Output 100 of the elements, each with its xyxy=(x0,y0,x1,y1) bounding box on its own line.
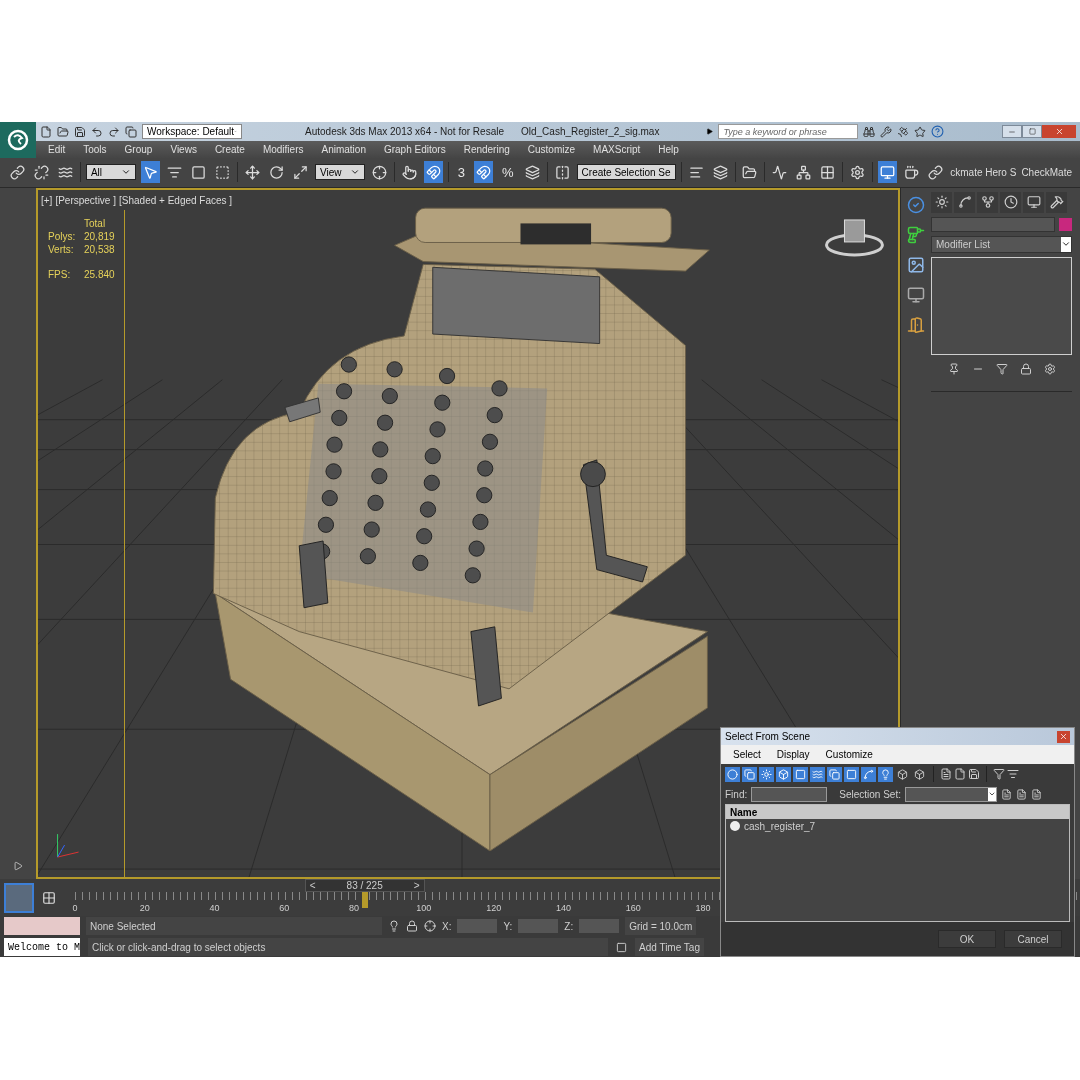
next-frame[interactable]: > xyxy=(409,878,424,893)
crosshair-icon[interactable] xyxy=(424,920,436,932)
time-slider[interactable]: < 83 / 225 > xyxy=(304,879,425,892)
filter-icon[interactable] xyxy=(1007,768,1019,780)
undo-icon[interactable] xyxy=(91,125,103,138)
x-field[interactable] xyxy=(457,919,498,933)
open-folder-icon[interactable] xyxy=(57,125,69,138)
app-logo-icon[interactable] xyxy=(0,122,36,158)
z-field[interactable] xyxy=(579,919,620,933)
binoculars-icon[interactable] xyxy=(863,125,876,138)
add-time-tag[interactable]: Add Time Tag xyxy=(635,938,704,956)
plugin-label[interactable]: CheckMate xyxy=(1021,164,1072,180)
document-icon[interactable] xyxy=(968,768,980,780)
dialog-button[interactable]: Cancel xyxy=(1004,930,1062,948)
dropdown-field[interactable]: All xyxy=(85,164,136,181)
light-button[interactable] xyxy=(759,766,774,782)
lock-icon[interactable] xyxy=(406,920,418,932)
command-tab[interactable] xyxy=(977,191,998,213)
menu-item[interactable]: Views xyxy=(170,142,197,157)
dropdown-field[interactable]: Create Selection Se xyxy=(576,164,676,181)
save-icon[interactable] xyxy=(74,125,86,138)
redo-icon[interactable] xyxy=(108,125,120,138)
settings-icon[interactable] xyxy=(1043,362,1056,375)
camera-button[interactable] xyxy=(776,766,791,782)
maximize-button[interactable] xyxy=(1022,125,1042,138)
project-folder-icon[interactable] xyxy=(125,125,137,138)
menu-item[interactable]: Create xyxy=(214,142,245,157)
spline-button[interactable] xyxy=(861,766,876,782)
trackbar-icon[interactable] xyxy=(42,890,56,905)
dropdown-field[interactable]: View xyxy=(315,164,366,181)
menu-item[interactable]: Customize xyxy=(527,142,576,157)
select-pointer-button[interactable] xyxy=(140,161,160,184)
help-icon[interactable] xyxy=(931,125,945,138)
dialog-button[interactable]: OK xyxy=(938,930,996,948)
wrench-icon[interactable] xyxy=(880,125,893,138)
monitor-icon[interactable] xyxy=(907,285,925,304)
star-icon[interactable] xyxy=(914,125,927,138)
square-button[interactable] xyxy=(793,766,808,782)
plugin-label[interactable]: ckmate Hero S xyxy=(950,164,1017,180)
color-swatch[interactable] xyxy=(1059,217,1072,231)
snap-toggle[interactable]: % xyxy=(498,161,518,184)
viewport-label[interactable]: [+] xyxy=(41,192,53,208)
sphere-button[interactable] xyxy=(725,766,740,782)
door-icon[interactable] xyxy=(907,315,925,334)
name-column-header[interactable]: Name xyxy=(726,805,1069,819)
waves-button[interactable] xyxy=(810,766,825,782)
snap-toggle[interactable]: 3 xyxy=(453,161,470,184)
bulb-icon[interactable] xyxy=(388,920,400,932)
box-button[interactable] xyxy=(912,766,927,782)
command-tab[interactable] xyxy=(954,191,975,213)
menu-item[interactable]: Customize xyxy=(825,747,873,762)
command-tab[interactable] xyxy=(931,191,952,213)
viewcube-icon[interactable] xyxy=(825,219,884,257)
pin-icon[interactable] xyxy=(947,362,960,375)
document-icon[interactable] xyxy=(954,768,966,780)
object-name-field[interactable] xyxy=(931,216,1055,232)
bulb-button[interactable] xyxy=(878,766,893,782)
command-tab[interactable] xyxy=(1023,191,1044,213)
magnet-button[interactable] xyxy=(423,161,443,184)
menu-item[interactable]: Graph Editors xyxy=(383,142,446,157)
close-button[interactable] xyxy=(1057,730,1070,743)
filter-icon[interactable] xyxy=(993,768,1005,780)
search-field[interactable]: Type a keyword or phrase xyxy=(718,124,859,139)
square-button[interactable] xyxy=(844,766,859,782)
command-tab[interactable] xyxy=(1046,191,1067,213)
modifier-list-dropdown[interactable]: Modifier List xyxy=(931,235,1072,253)
document-icon[interactable] xyxy=(1015,788,1027,800)
command-tab[interactable] xyxy=(1000,191,1021,213)
find-field[interactable] xyxy=(751,786,828,802)
menu-item[interactable]: Rendering xyxy=(463,142,510,157)
menu-item[interactable]: Display xyxy=(776,747,810,762)
menu-item[interactable]: Help xyxy=(658,142,679,157)
square-icon[interactable] xyxy=(616,941,627,953)
funnel-icon[interactable] xyxy=(995,362,1008,375)
menu-item[interactable]: Tools xyxy=(83,142,107,157)
document-icon[interactable] xyxy=(1000,788,1012,800)
new-file-icon[interactable] xyxy=(40,125,52,138)
image-icon[interactable] xyxy=(907,255,925,274)
expand-icon[interactable] xyxy=(706,128,714,135)
document-icon[interactable] xyxy=(940,768,952,780)
drill-icon[interactable] xyxy=(907,225,925,244)
workspace-dropdown[interactable]: Workspace: Default xyxy=(142,124,242,139)
listener-input[interactable] xyxy=(4,917,80,935)
check-circle-icon[interactable] xyxy=(907,195,925,214)
viewport-label[interactable]: [Shaded + Edged Faces ] xyxy=(119,192,233,208)
viewport-label[interactable]: [Perspective ] xyxy=(55,192,116,208)
previous-frame[interactable]: < xyxy=(305,878,320,893)
minimize-button[interactable] xyxy=(1002,125,1022,138)
menu-item[interactable]: Select xyxy=(733,747,761,762)
copy-button[interactable] xyxy=(742,766,757,782)
box-button[interactable] xyxy=(895,766,910,782)
menu-item[interactable]: Animation xyxy=(321,142,366,157)
selection-set-dropdown[interactable] xyxy=(904,786,997,802)
modifier-stack[interactable] xyxy=(931,256,1072,355)
lock-icon[interactable] xyxy=(1019,362,1032,375)
menu-item[interactable]: Modifiers xyxy=(262,142,304,157)
satellite-icon[interactable] xyxy=(897,125,910,138)
menu-item[interactable]: MAXScript xyxy=(593,142,641,157)
magnet-button[interactable] xyxy=(474,161,494,184)
monitor-button[interactable] xyxy=(878,161,898,184)
